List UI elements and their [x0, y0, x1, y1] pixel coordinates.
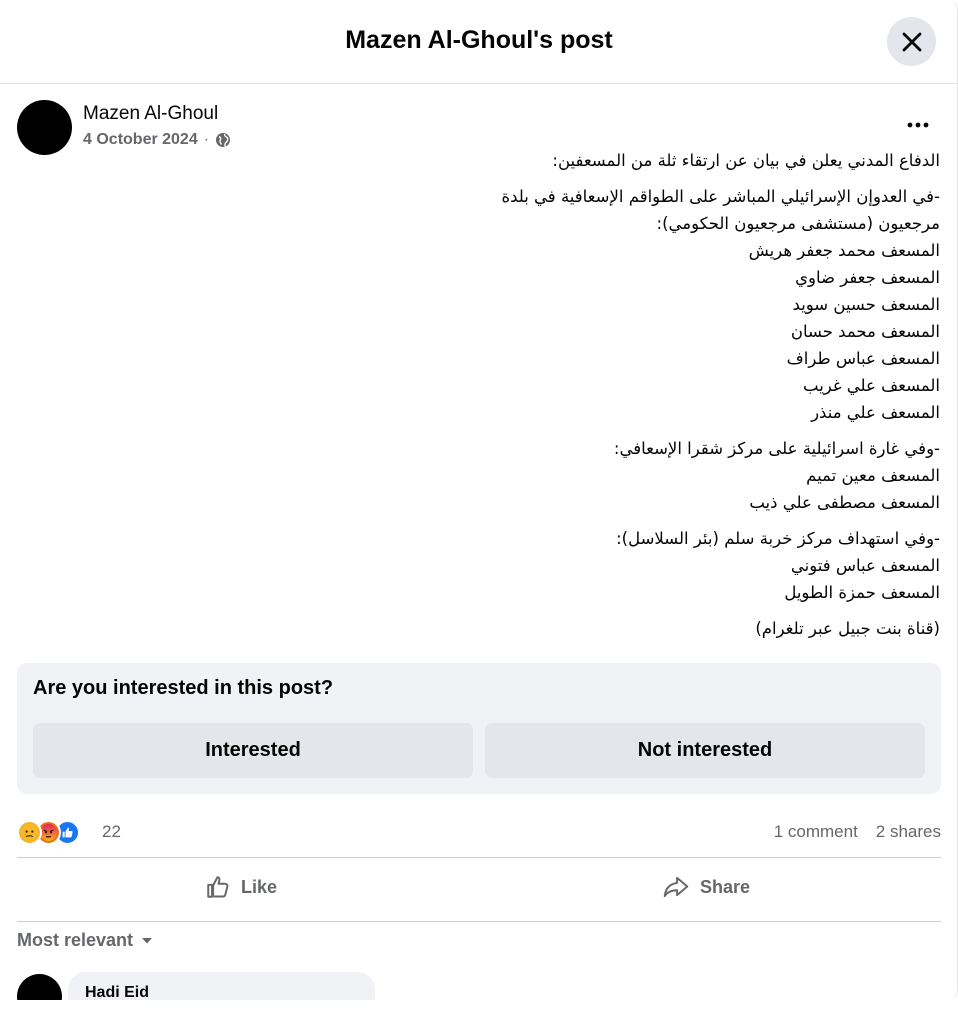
more-options-button[interactable]: [898, 110, 938, 140]
post-meta: 4 October 2024 ·: [83, 131, 231, 149]
dialog-header: Mazen Al-Ghoul's post: [0, 0, 957, 84]
comment-sort-dropdown[interactable]: Most relevant: [17, 930, 153, 951]
divider: [17, 921, 941, 922]
reaction-count[interactable]: 22: [102, 822, 121, 842]
not-interested-button[interactable]: Not interested: [485, 723, 925, 778]
post-text-line: المسعف عباس فتوني: [790, 556, 940, 575]
caret-down-icon: [142, 937, 153, 943]
close-button[interactable]: [887, 17, 936, 66]
dialog-title: Mazen Al-Ghoul's post: [345, 26, 613, 54]
post-text-line: المسعف محمد حسان: [790, 322, 940, 341]
share-label: Share: [700, 876, 751, 897]
divider: [17, 857, 941, 858]
post-text-line: الدفاع المدني يعلن في بيان عن ارتقاء ثلة…: [552, 151, 940, 170]
globe-icon: [216, 133, 231, 147]
reaction-icons[interactable]: [17, 820, 80, 845]
author-avatar[interactable]: [17, 100, 72, 155]
commenter-avatar[interactable]: [17, 974, 62, 1000]
post-text-line: المسعف مصطفى علي ذيب: [749, 493, 940, 512]
post-text-line: المسعف حسين سويد: [792, 295, 940, 314]
share-icon: [663, 876, 689, 898]
post-dialog: Mazen Al-Ghoul's post Mazen Al-Ghoul 4 O…: [0, 0, 958, 1000]
post-text-line: -في العدوإن الإسرائيلي المباشر على الطوا…: [501, 187, 940, 206]
share-count[interactable]: 2 shares: [876, 822, 941, 842]
like-button[interactable]: Like: [205, 867, 277, 907]
post-date[interactable]: 4 October 2024: [83, 131, 198, 149]
post-text-line: المسعف معين تميم: [806, 466, 940, 485]
post-text-line: المسعف علي منذر: [811, 403, 940, 422]
sad-reaction-icon: [17, 820, 42, 845]
engagement-stats: 1 comment 2 shares: [774, 822, 941, 842]
post-text-line: -وفي غارة اسرائيلية على مركز شقرا الإسعا…: [613, 439, 940, 458]
post-text-line: (قناة بنت جبيل عبر تلغرام): [755, 619, 940, 638]
comment-author[interactable]: Hadi Eid: [85, 984, 149, 1000]
comment-bubble: Hadi Eid: [68, 972, 375, 1000]
post-text-line: المسعف جعفر ضاوي: [795, 268, 940, 287]
like-icon: [207, 876, 229, 898]
interest-prompt: Are you interested in this post? Interes…: [17, 663, 941, 794]
sort-label: Most relevant: [17, 930, 134, 950]
post-text-line: المسعف حمزة الطويل: [784, 583, 940, 602]
post-text-line: مرجعيون (مستشفى مرجعيون الحكومي):: [656, 214, 940, 233]
post-text-line: المسعف علي غريب: [803, 376, 940, 395]
share-button[interactable]: Share: [662, 867, 750, 907]
close-icon: [902, 32, 921, 51]
post-text-line: -وفي استهداف مركز خربة سلم (بئر السلاسل)…: [616, 529, 940, 548]
interest-question: Are you interested in this post?: [33, 677, 334, 699]
page-bottom-area: [0, 1000, 958, 1024]
post-paragraph: -وفي غارة اسرائيلية على مركز شقرا الإسعا…: [380, 435, 940, 516]
post-paragraph: (قناة بنت جبيل عبر تلغرام): [380, 615, 940, 642]
post-paragraph: -في العدوإن الإسرائيلي المباشر على الطوا…: [380, 183, 940, 426]
comment-count[interactable]: 1 comment: [774, 822, 858, 842]
post-text-line: المسعف عباس طراف: [786, 349, 940, 368]
reactions-summary: 22 1 comment 2 shares: [17, 818, 941, 848]
post-paragraph: الدفاع المدني يعلن في بيان عن ارتقاء ثلة…: [380, 147, 940, 174]
author-name[interactable]: Mazen Al-Ghoul: [83, 103, 218, 125]
post-text-line: المسعف محمد جعفر هريش: [748, 241, 940, 260]
interested-button[interactable]: Interested: [33, 723, 473, 778]
meta-separator: ·: [203, 131, 210, 148]
post-paragraph: -وفي استهداف مركز خربة سلم (بئر السلاسل)…: [380, 525, 940, 606]
more-horizontal-icon: [907, 122, 929, 128]
post-body: الدفاع المدني يعلن في بيان عن ارتقاء ثلة…: [380, 147, 940, 651]
like-label: Like: [241, 876, 278, 897]
